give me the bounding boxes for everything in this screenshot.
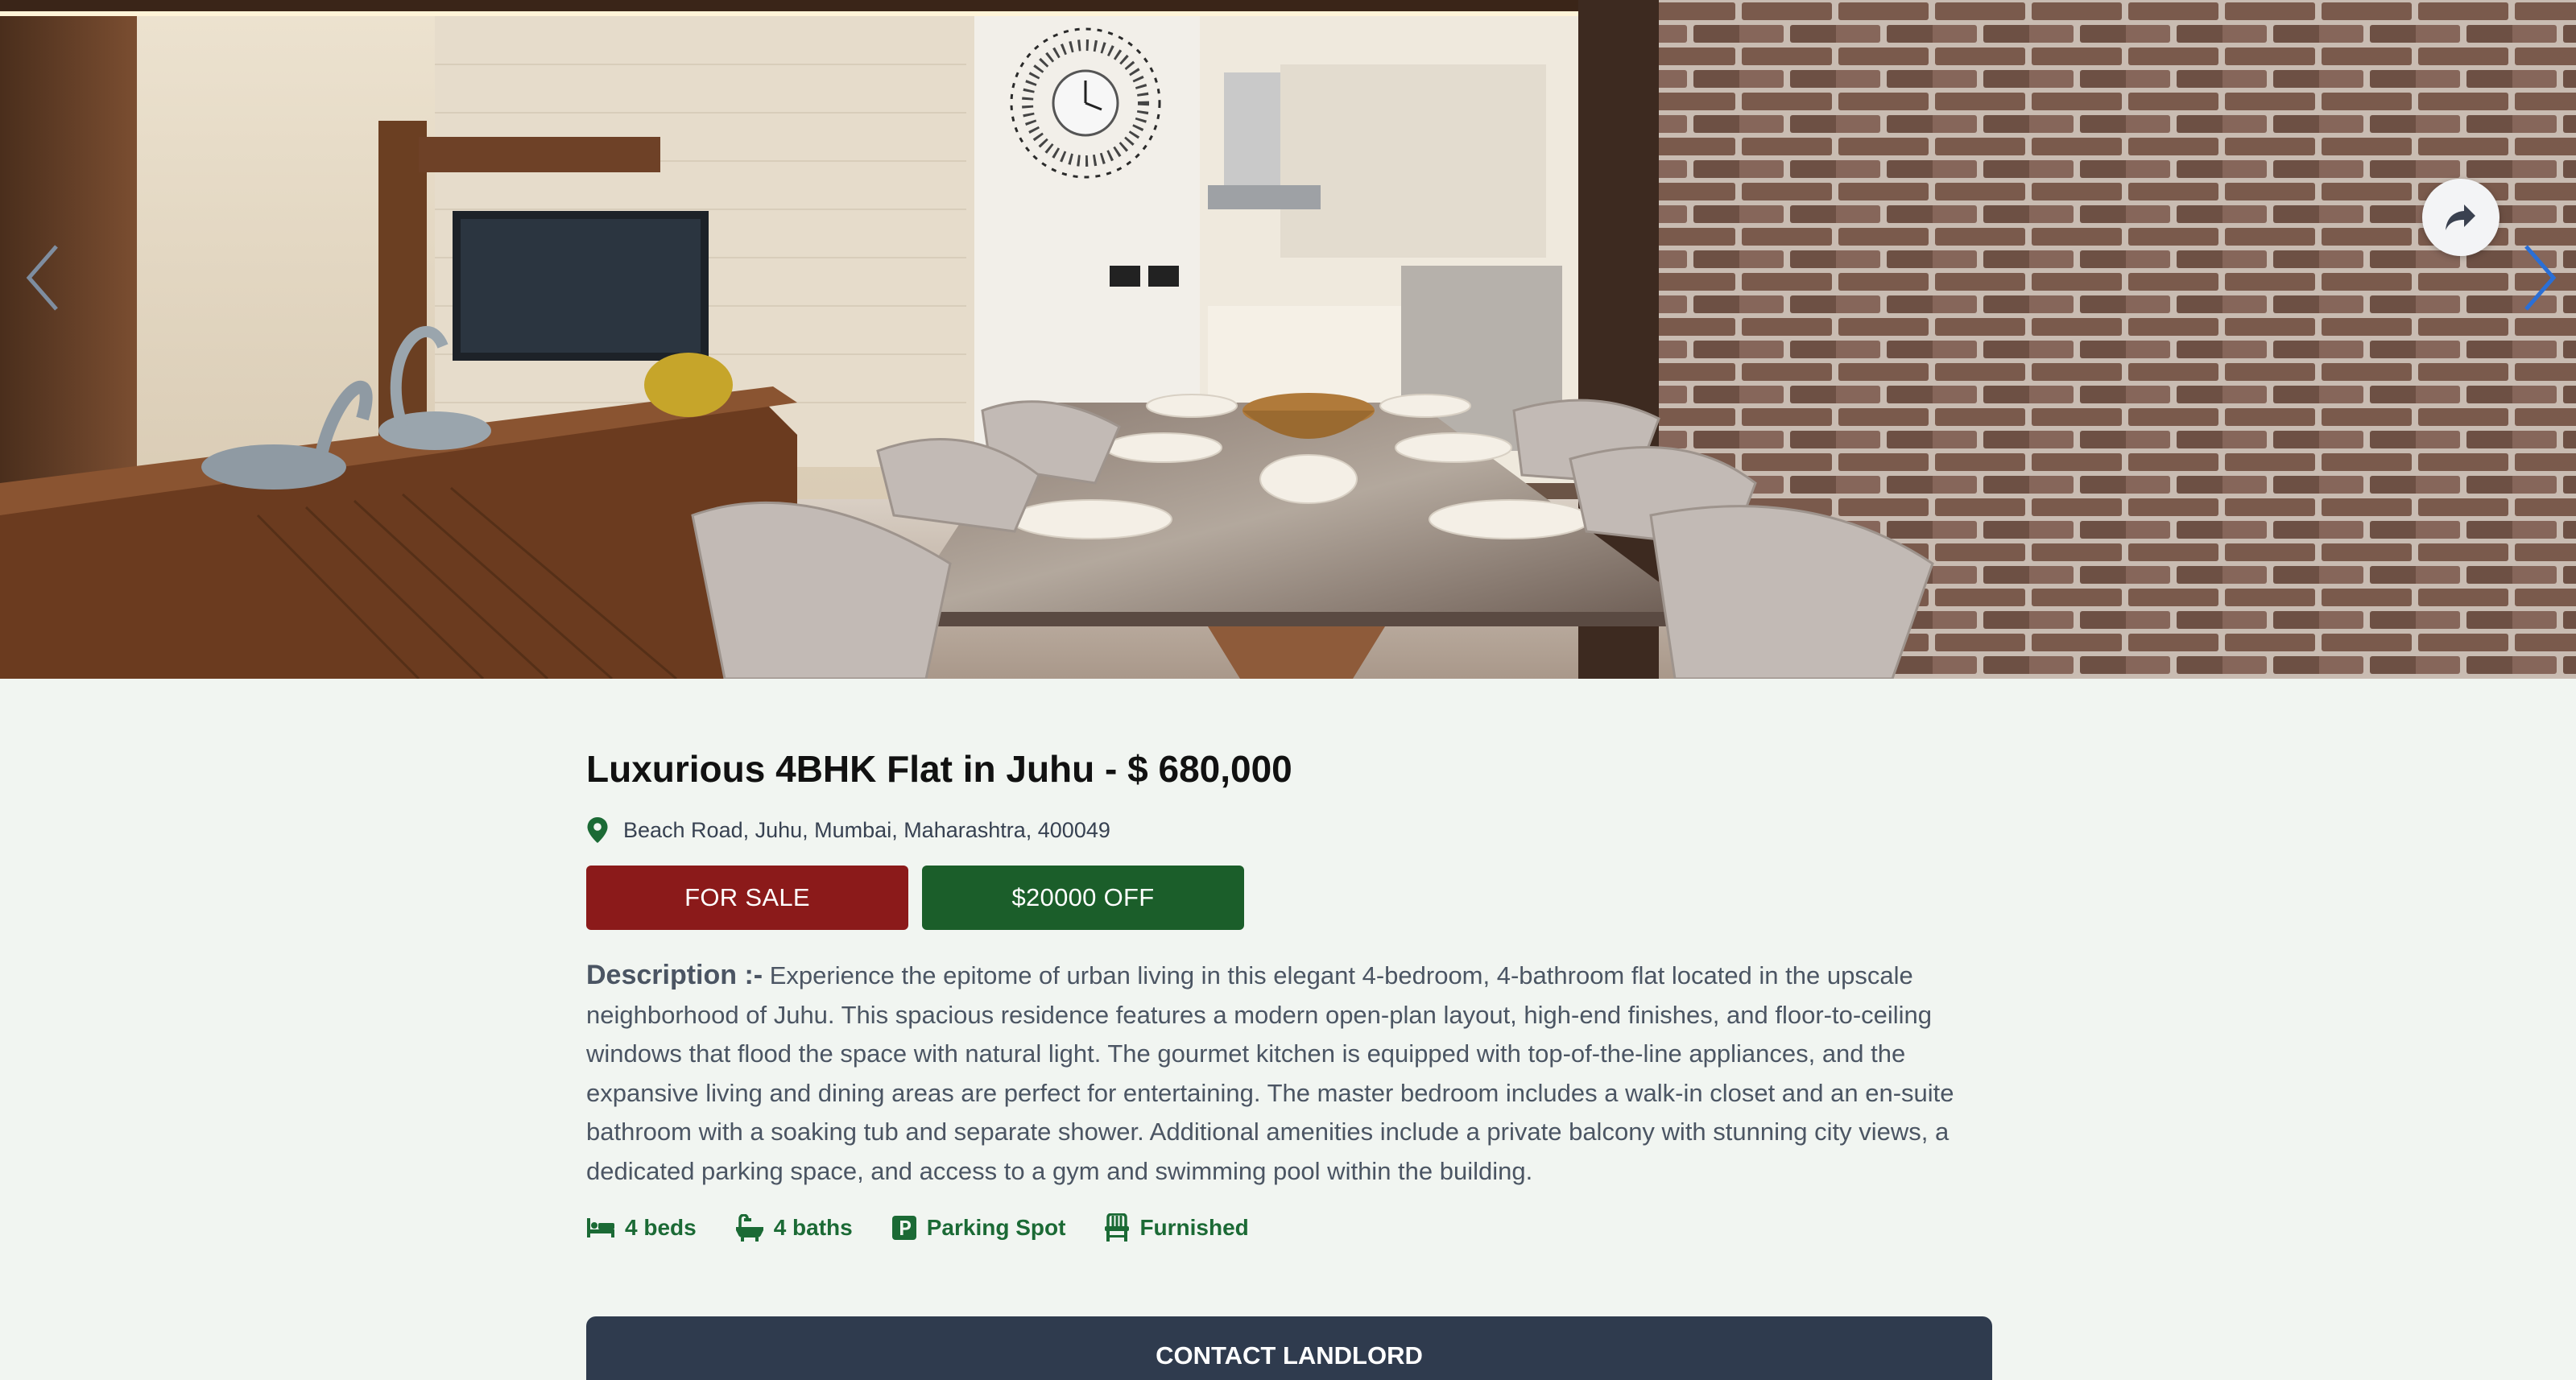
description-label: Description :- xyxy=(586,960,763,990)
feature-parking: Parking Spot xyxy=(891,1215,1066,1241)
share-button[interactable] xyxy=(2422,179,2500,256)
property-image-carousel[interactable] xyxy=(0,0,2576,679)
listing-description: Description :- Experience the epitome of… xyxy=(586,956,1992,1191)
chevron-left-icon xyxy=(26,245,58,311)
discount-badge: $20000 OFF xyxy=(922,866,1244,930)
chair-icon xyxy=(1105,1213,1130,1242)
feature-beds: 4 beds xyxy=(586,1215,697,1241)
feature-furnished: Furnished xyxy=(1104,1213,1249,1242)
listing-address: Beach Road, Juhu, Mumbai, Maharashtra, 4… xyxy=(586,814,1992,846)
feature-parking-label: Parking Spot xyxy=(926,1215,1066,1240)
feature-baths: 4 baths xyxy=(735,1214,853,1242)
feature-beds-label: 4 beds xyxy=(625,1215,697,1240)
chevron-right-icon xyxy=(2524,245,2557,311)
address-text: Beach Road, Juhu, Mumbai, Maharashtra, 4… xyxy=(623,818,1110,842)
listing-badges: FOR SALE $20000 OFF xyxy=(586,866,1992,930)
feature-baths-label: 4 baths xyxy=(773,1215,853,1240)
bathtub-icon xyxy=(735,1214,763,1242)
for-sale-badge: FOR SALE xyxy=(586,866,908,930)
property-photo xyxy=(0,0,2576,679)
location-pin-icon xyxy=(587,817,608,843)
feature-list: 4 beds 4 baths Parking Spot Furnished xyxy=(586,1213,1992,1242)
feature-furnished-label: Furnished xyxy=(1139,1215,1249,1240)
listing-details: Luxurious 4BHK Flat in Juhu - $ 680,000 … xyxy=(586,679,1992,1242)
contact-landlord-button[interactable]: CONTACT LANDLORD xyxy=(586,1316,1992,1380)
bed-icon xyxy=(587,1218,614,1237)
parking-icon xyxy=(891,1216,916,1240)
share-icon xyxy=(2446,205,2475,230)
carousel-prev-button[interactable] xyxy=(14,233,71,322)
listing-title: Luxurious 4BHK Flat in Juhu - $ 680,000 xyxy=(586,748,1292,790)
carousel-next-button[interactable] xyxy=(2512,233,2568,322)
description-text: Experience the epitome of urban living i… xyxy=(586,961,1954,1185)
